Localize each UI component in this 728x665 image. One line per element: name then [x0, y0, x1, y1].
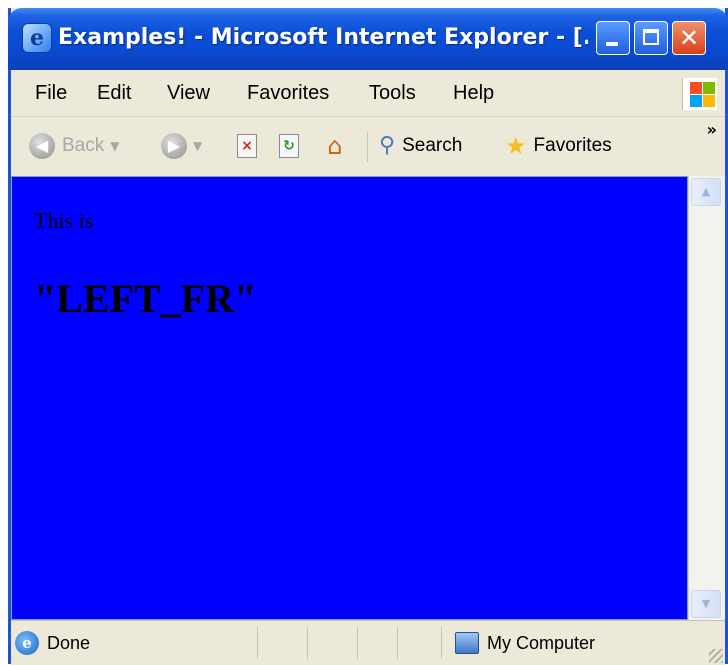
title-bar[interactable]: e Examples! - Microsoft Internet Explore… [8, 8, 728, 70]
browser-window: e Examples! - Microsoft Internet Explore… [8, 8, 728, 665]
security-zone-text: My Computer [487, 633, 596, 653]
favorites-button[interactable]: ★ Favorites [505, 130, 612, 162]
home-icon: ⌂ [327, 132, 343, 160]
windows-logo-icon [682, 78, 717, 110]
menu-edit[interactable]: Edit [97, 80, 131, 106]
status-panel-divider [397, 627, 398, 659]
forward-arrow-icon: ▶ [161, 133, 187, 159]
search-button[interactable]: ⚲ Search [379, 130, 462, 162]
back-dropdown-icon[interactable]: ▼ [110, 133, 119, 159]
page-heading: "LEFT_FR" [34, 276, 257, 321]
menu-bar: File Edit View Favorites Tools Help [11, 70, 725, 117]
minimize-icon [606, 42, 618, 46]
menu-favorites[interactable]: Favorites [247, 80, 329, 106]
ie-window-icon[interactable]: e [22, 23, 52, 53]
ie-page-icon: e [15, 631, 39, 655]
status-panel-divider [307, 627, 308, 659]
resize-grip-icon[interactable] [709, 649, 723, 663]
status-text: Done [47, 633, 91, 653]
status-done-panel: e Done [15, 631, 90, 655]
status-panel-divider [357, 627, 358, 659]
toolbar-separator [367, 132, 368, 162]
home-button[interactable]: ⌂ [321, 130, 349, 162]
page-content-frame: This is "LEFT_FR" [11, 176, 688, 620]
back-button[interactable]: ◀ Back ▼ [29, 130, 119, 162]
back-arrow-icon: ◀ [29, 133, 55, 159]
search-icon: ⚲ [379, 133, 396, 158]
scroll-up-button[interactable]: ▲ [691, 178, 721, 206]
toolbar-overflow-chevron-icon[interactable]: » [707, 120, 717, 140]
vertical-scrollbar[interactable]: ▲ ▼ [688, 176, 725, 620]
my-computer-icon [455, 632, 479, 654]
favorites-star-icon: ★ [505, 132, 527, 160]
status-panel-divider [441, 627, 442, 659]
status-bar: e Done My Computer [11, 620, 725, 665]
forward-dropdown-icon[interactable]: ▼ [193, 133, 202, 159]
minimize-button[interactable] [596, 21, 630, 55]
stop-icon: × [237, 134, 257, 158]
back-label: Back [62, 135, 105, 156]
stop-button[interactable]: × [237, 130, 257, 162]
security-zone-panel[interactable]: My Computer [455, 631, 595, 655]
window-title: Examples! - Microsoft Internet Explorer … [58, 25, 588, 50]
status-panel-divider [257, 627, 258, 659]
close-icon: ✕ [678, 24, 700, 52]
menu-view[interactable]: View [167, 80, 210, 106]
search-label: Search [402, 135, 463, 156]
menu-tools[interactable]: Tools [369, 80, 416, 106]
menu-file[interactable]: File [35, 80, 67, 106]
refresh-icon: ↻ [279, 134, 299, 158]
page-line-this-is: This is [34, 208, 94, 233]
scroll-down-button[interactable]: ▼ [691, 590, 721, 618]
refresh-button[interactable]: ↻ [279, 130, 299, 162]
maximize-button[interactable] [634, 21, 668, 55]
menu-help[interactable]: Help [453, 80, 494, 106]
maximize-icon [643, 29, 659, 45]
favorites-label: Favorites [533, 135, 612, 156]
close-button[interactable]: ✕ [672, 21, 706, 55]
toolbar: ◀ Back ▼ ▶ ▼ × ↻ ⌂ ⚲ Search ★ Favorites … [11, 116, 725, 176]
forward-button[interactable]: ▶ ▼ [161, 130, 202, 162]
